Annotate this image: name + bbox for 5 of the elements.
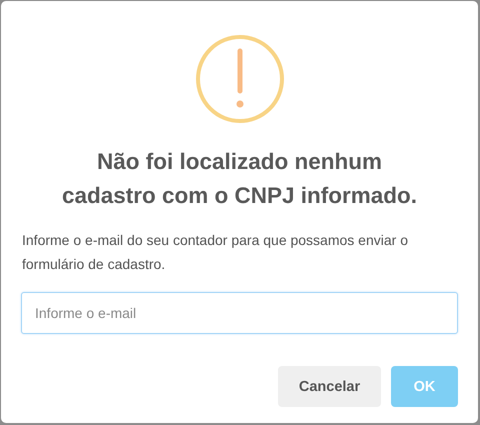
cancel-button[interactable]: Cancelar (278, 366, 381, 407)
warning-icon (194, 34, 284, 124)
email-field[interactable]: Informe o e-mail (21, 292, 458, 334)
dialog-message: Informe o e-mail do seu contador para que possamos enviar o formulário de cadastro. (21, 231, 409, 274)
dialog-title: Não foi localizado nenhum cadastro com o CNPJ informado. (60, 148, 418, 210)
